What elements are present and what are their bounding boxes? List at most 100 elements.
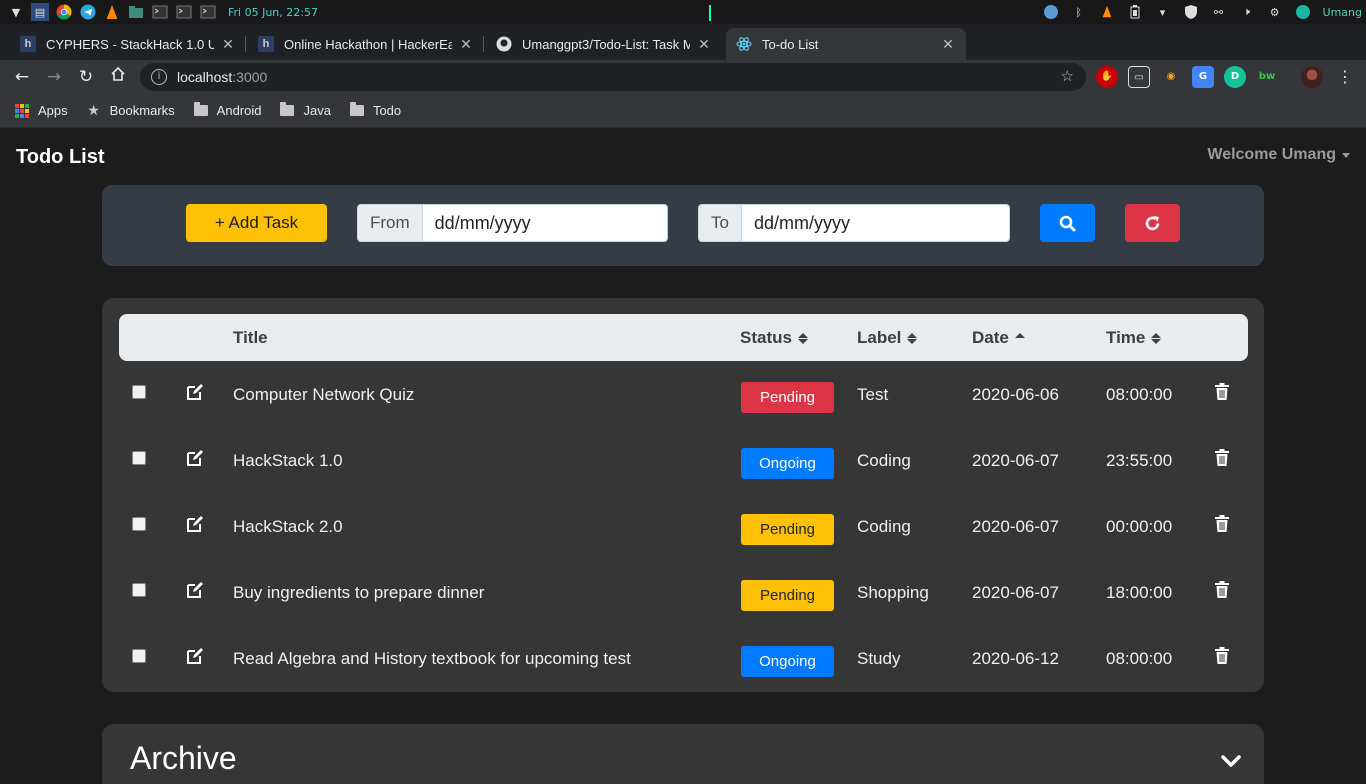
task-checkbox[interactable] bbox=[132, 451, 146, 465]
edit-icon[interactable] bbox=[186, 383, 204, 401]
address-bar[interactable]: i localhost:3000 ☆ bbox=[140, 63, 1086, 91]
task-checkbox[interactable] bbox=[132, 517, 146, 531]
bookmark-apps[interactable]: Apps bbox=[14, 103, 68, 118]
wifi-icon[interactable]: ▾ bbox=[1154, 3, 1172, 21]
volume-icon[interactable]: 🕨 bbox=[1238, 3, 1256, 21]
terminal-icon[interactable] bbox=[199, 3, 217, 21]
os-username[interactable]: Umang bbox=[1323, 6, 1362, 19]
shield-icon[interactable] bbox=[1182, 3, 1200, 21]
telegram-icon[interactable] bbox=[79, 3, 97, 21]
battery-icon[interactable] bbox=[1126, 3, 1144, 21]
tab-title: Online Hackathon | HackerEa bbox=[284, 36, 452, 52]
terminal-icon[interactable] bbox=[175, 3, 193, 21]
bookmark-bookmarks[interactable]: ★ Bookmarks bbox=[86, 102, 174, 118]
folder-icon bbox=[349, 102, 365, 118]
forward-arrow-icon[interactable]: → bbox=[42, 65, 66, 89]
tab-title: To-do List bbox=[762, 36, 819, 52]
trash-icon[interactable] bbox=[1215, 449, 1229, 466]
vlc-icon[interactable] bbox=[103, 3, 121, 21]
task-title: HackStack 1.0 bbox=[233, 451, 343, 470]
more-menu-icon[interactable]: ⋮ bbox=[1337, 66, 1353, 88]
browser-tab[interactable]: h Online Hackathon | HackerEa ✕ bbox=[248, 28, 484, 60]
table-row: HackStack 1.0 Ongoing Coding 2020-06-07 … bbox=[102, 437, 1264, 503]
update-icon[interactable] bbox=[1042, 3, 1060, 21]
column-date[interactable]: Date bbox=[972, 328, 1025, 348]
extensions-area: ✋ ▭ ◉ G D bw bbox=[1096, 66, 1278, 88]
settings-icon[interactable]: ⚙ bbox=[1266, 3, 1284, 21]
back-arrow-icon[interactable]: ← bbox=[10, 65, 34, 89]
close-icon[interactable]: ✕ bbox=[458, 36, 474, 53]
task-date: 2020-06-12 bbox=[972, 649, 1059, 668]
browser-tab[interactable]: h CYPHERS - StackHack 1.0 User ✕ bbox=[10, 28, 246, 60]
browser-tab[interactable]: Umanggpt3/Todo-List: Task M ✕ bbox=[486, 28, 722, 60]
workspace-icon[interactable]: ▤ bbox=[31, 3, 49, 21]
trash-icon[interactable] bbox=[1215, 515, 1229, 532]
column-status[interactable]: Status bbox=[740, 328, 808, 348]
search-button[interactable] bbox=[1040, 204, 1095, 242]
task-checkbox[interactable] bbox=[132, 583, 146, 597]
edit-icon[interactable] bbox=[186, 647, 204, 665]
reload-icon[interactable]: ↻ bbox=[74, 65, 98, 89]
user-status-icon[interactable] bbox=[1294, 3, 1312, 21]
task-label: Coding bbox=[857, 517, 911, 536]
edit-icon[interactable] bbox=[186, 581, 204, 599]
link-icon[interactable]: ⚯ bbox=[1210, 3, 1228, 21]
grammar-extension-icon[interactable]: D bbox=[1224, 66, 1246, 88]
column-title[interactable]: Title bbox=[233, 328, 268, 348]
refresh-icon bbox=[1145, 215, 1160, 230]
terminal-icon[interactable] bbox=[151, 3, 169, 21]
home-icon[interactable] bbox=[106, 65, 130, 89]
task-label: Test bbox=[857, 385, 889, 404]
tab-title: Umanggpt3/Todo-List: Task M bbox=[522, 36, 690, 52]
translate-extension-icon[interactable]: G bbox=[1192, 66, 1214, 88]
site-info-icon[interactable]: i bbox=[151, 69, 167, 85]
edit-icon[interactable] bbox=[186, 449, 204, 467]
bluetooth-icon[interactable]: ᛒ bbox=[1070, 3, 1088, 21]
close-icon[interactable]: ✕ bbox=[696, 36, 712, 53]
bw-extension-icon[interactable]: bw bbox=[1256, 66, 1278, 88]
profile-avatar[interactable] bbox=[1301, 66, 1323, 88]
task-table: Title Status Label Date Time Computer Ne… bbox=[102, 298, 1264, 692]
bookmark-folder-java[interactable]: Java bbox=[279, 102, 331, 118]
task-checkbox[interactable] bbox=[132, 385, 146, 399]
menu-triangle-icon[interactable]: ▼ bbox=[7, 3, 25, 21]
task-date: 2020-06-06 bbox=[972, 385, 1059, 404]
browser-tab-active[interactable]: To-do List ✕ bbox=[726, 28, 966, 60]
bookmark-folder-todo[interactable]: Todo bbox=[349, 102, 401, 118]
bookmark-star-icon[interactable]: ☆ bbox=[1061, 67, 1074, 85]
edit-icon[interactable] bbox=[186, 515, 204, 533]
task-date: 2020-06-07 bbox=[972, 517, 1059, 536]
archive-section[interactable]: Archive bbox=[102, 724, 1264, 784]
filter-bar: + Add Task From dd/mm/yyyy To dd/mm/yyyy bbox=[102, 185, 1264, 266]
os-taskbar: ▼ ▤ Fri 05 Jun, 22:57 ᛒ ▾ ⚯ 🕨 ⚙ Umang bbox=[0, 0, 1366, 24]
trash-icon[interactable] bbox=[1215, 581, 1229, 598]
user-menu-dropdown[interactable]: Welcome Umang bbox=[1207, 146, 1350, 164]
table-row: Buy ingredients to prepare dinner Pendin… bbox=[102, 569, 1264, 635]
tab-manager-extension-icon[interactable]: ▭ bbox=[1128, 66, 1150, 88]
column-time[interactable]: Time bbox=[1106, 328, 1162, 348]
to-date-input[interactable]: dd/mm/yyyy bbox=[741, 204, 1010, 242]
bookmark-folder-android[interactable]: Android bbox=[193, 102, 261, 118]
table-row: Read Algebra and History textbook for up… bbox=[102, 635, 1264, 701]
from-date-input[interactable]: dd/mm/yyyy bbox=[422, 204, 668, 242]
status-badge: Ongoing bbox=[741, 646, 834, 677]
trash-icon[interactable] bbox=[1215, 647, 1229, 664]
task-label: Study bbox=[857, 649, 901, 668]
vlc-tray-icon[interactable] bbox=[1098, 3, 1116, 21]
chrome-icon[interactable] bbox=[55, 3, 73, 21]
chevron-down-icon[interactable] bbox=[1220, 750, 1242, 772]
owl-extension-icon[interactable]: ◉ bbox=[1160, 66, 1182, 88]
table-row: HackStack 2.0 Pending Coding 2020-06-07 … bbox=[102, 503, 1264, 569]
from-date-group: From dd/mm/yyyy bbox=[357, 204, 668, 242]
files-icon[interactable] bbox=[127, 3, 145, 21]
close-icon[interactable]: ✕ bbox=[220, 36, 236, 53]
address-url[interactable]: localhost:3000 bbox=[177, 69, 267, 85]
adblock-extension-icon[interactable]: ✋ bbox=[1096, 66, 1118, 88]
reset-button[interactable] bbox=[1125, 204, 1180, 242]
add-task-button[interactable]: + Add Task bbox=[186, 204, 327, 242]
os-clock[interactable]: Fri 05 Jun, 22:57 bbox=[228, 6, 318, 19]
task-checkbox[interactable] bbox=[132, 649, 146, 663]
column-label[interactable]: Label bbox=[857, 328, 918, 348]
trash-icon[interactable] bbox=[1215, 383, 1229, 400]
close-icon[interactable]: ✕ bbox=[940, 36, 956, 53]
